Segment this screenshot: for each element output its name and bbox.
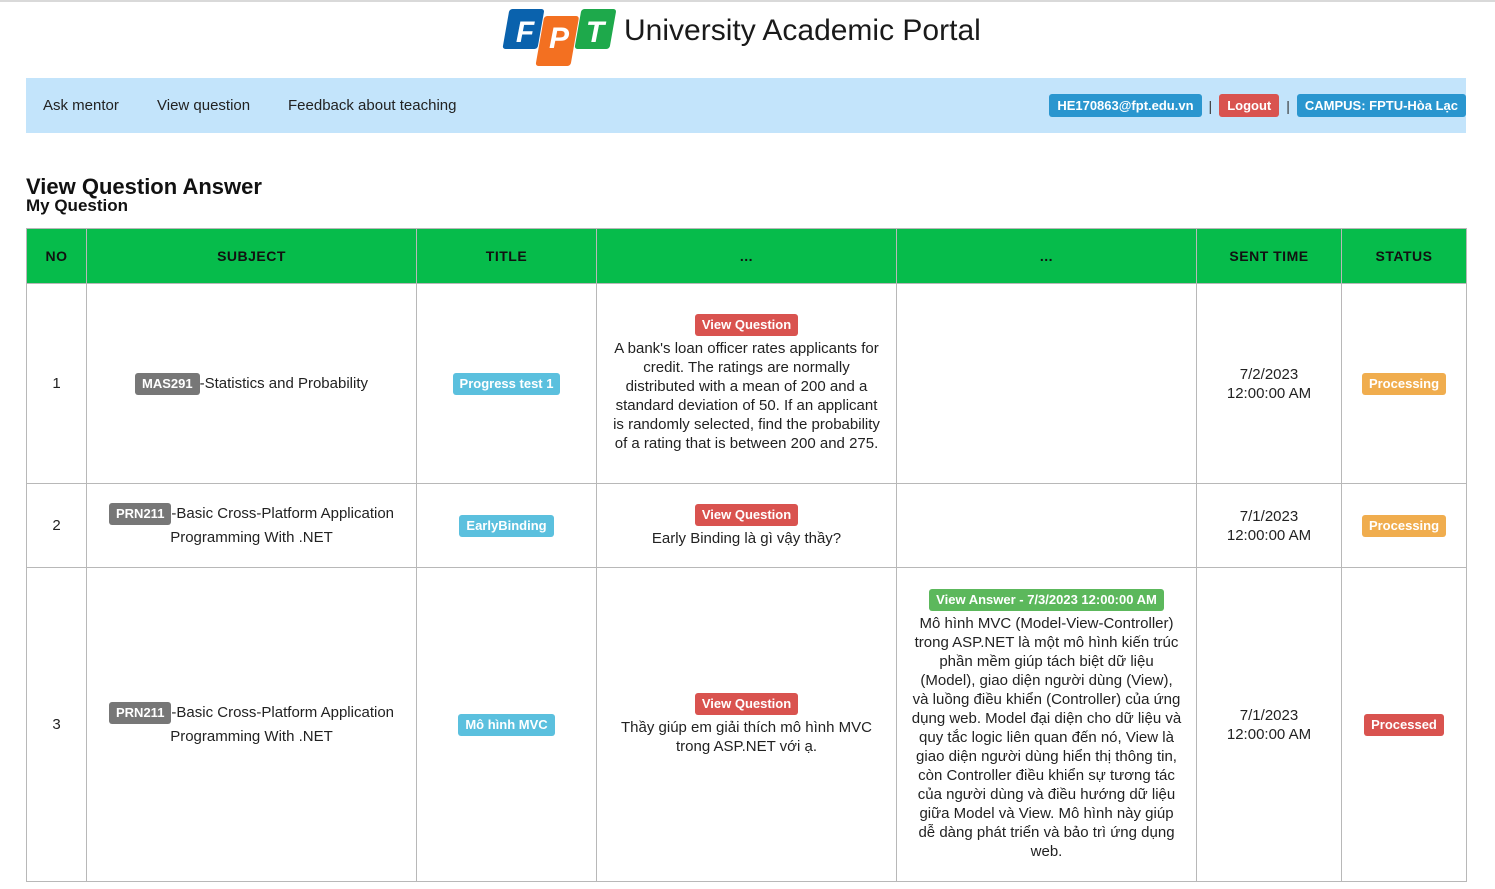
nav-ask-mentor[interactable]: Ask mentor — [43, 97, 119, 114]
view-question-button[interactable]: View Question — [694, 503, 799, 526]
logo-letter-p: P — [549, 22, 570, 55]
subject-name: -Statistics and Probability — [199, 374, 368, 392]
subject-code-badge: PRN211 — [109, 502, 172, 525]
row-number: 3 — [26, 567, 87, 882]
subject-name: -Basic Cross-Platform Application Progra… — [170, 703, 394, 745]
title-badge: Progress test 1 — [452, 372, 561, 395]
status-cell: Processing — [1341, 283, 1467, 484]
sent-time: 12:00:00 AM — [1226, 725, 1312, 743]
nav-user-area: HE170863@fpt.edu.vn | Logout | CAMPUS: F… — [1049, 94, 1466, 117]
column-header-subject: SUBJECT — [86, 228, 417, 284]
question-table: NO SUBJECT TITLE ... ... SENT TIME STATU… — [26, 228, 1467, 882]
status-cell: Processing — [1341, 483, 1467, 568]
user-email-badge[interactable]: HE170863@fpt.edu.vn — [1049, 94, 1202, 117]
answer-text: Mô hình MVC (Model-View-Controller) tron… — [911, 614, 1182, 860]
answer-cell — [896, 483, 1197, 568]
title-cell: Mô hình MVC — [416, 567, 597, 882]
row-number: 1 — [26, 283, 87, 484]
view-question-button[interactable]: View Question — [694, 314, 799, 336]
title-cell: EarlyBinding — [416, 483, 597, 568]
column-header-question: ... — [596, 228, 897, 284]
question-cell: View Question Early Binding là gì vậy th… — [596, 483, 897, 568]
view-question-button[interactable]: View Question — [694, 693, 799, 715]
subject-cell: PRN211 -Basic Cross-Platform Application … — [86, 567, 417, 882]
column-header-sent-time: SENT TIME — [1196, 228, 1342, 284]
column-header-status: STATUS — [1341, 228, 1467, 284]
sent-date: 7/1/2023 — [1239, 706, 1299, 724]
logout-button[interactable]: Logout — [1219, 94, 1280, 117]
fpt-logo: F P T — [502, 9, 616, 66]
status-cell: Processed — [1341, 567, 1467, 882]
table-row: 1 MAS291 -Statistics and Probability Prog… — [26, 283, 1467, 484]
table-row: 2 PRN211 -Basic Cross-Platform Applicatio… — [26, 483, 1467, 568]
question-cell: View Question Thầy giúp em giải thích mô… — [596, 567, 897, 882]
sent-time-cell: 7/1/2023 12:00:00 AM — [1196, 567, 1342, 882]
campus-badge[interactable]: CAMPUS: FPTU-Hòa Lạc — [1296, 94, 1466, 117]
column-header-no: NO — [26, 228, 87, 284]
question-text: Early Binding là gì vậy thầy? — [651, 529, 842, 547]
table-header-row: NO SUBJECT TITLE ... ... SENT TIME STATU… — [26, 228, 1467, 284]
status-badge: Processed — [1364, 713, 1444, 736]
answer-cell — [896, 283, 1197, 484]
nav-view-question[interactable]: View question — [157, 97, 250, 114]
sent-time: 12:00:00 AM — [1226, 384, 1312, 402]
navbar: Ask mentor View question Feedback about … — [26, 78, 1466, 133]
question-cell: View Question A bank's loan officer rate… — [596, 283, 897, 484]
subject-name: -Basic Cross-Platform Application Progra… — [170, 504, 394, 546]
title-cell: Progress test 1 — [416, 283, 597, 484]
subject-code-badge: MAS291 — [135, 372, 200, 395]
sent-time-cell: 7/1/2023 12:00:00 AM — [1196, 483, 1342, 568]
status-badge: Processing — [1361, 514, 1447, 537]
nav-separator: | — [1286, 97, 1290, 114]
question-text: A bank's loan officer rates applicants f… — [613, 340, 880, 452]
nav-feedback-teaching[interactable]: Feedback about teaching — [288, 97, 456, 114]
status-badge: Processing — [1361, 372, 1447, 395]
column-header-answer: ... — [896, 228, 1197, 284]
sent-date: 7/1/2023 — [1239, 507, 1299, 525]
logo-letter-f: F — [516, 16, 535, 49]
row-number: 2 — [26, 483, 87, 568]
sent-time-cell: 7/2/2023 12:00:00 AM — [1196, 283, 1342, 484]
column-header-title: TITLE — [416, 228, 597, 284]
nav-separator: | — [1208, 97, 1213, 114]
answer-cell: View Answer - 7/3/2023 12:00:00 AM Mô hì… — [896, 567, 1197, 882]
subject-cell: PRN211 -Basic Cross-Platform Application … — [86, 483, 417, 568]
sent-time: 12:00:00 AM — [1226, 526, 1312, 544]
header: F P T University Academic Portal — [0, 2, 1495, 74]
title-badge: EarlyBinding — [459, 514, 554, 537]
portal-title: University Academic Portal — [624, 14, 981, 47]
subject-code-badge: PRN211 — [109, 701, 172, 724]
subject-cell: MAS291 -Statistics and Probability — [86, 283, 417, 484]
page-subtitle: My Question — [26, 196, 129, 215]
table-row: 3 PRN211 -Basic Cross-Platform Applicatio… — [26, 567, 1467, 882]
title-badge: Mô hình MVC — [458, 713, 555, 736]
sent-date: 7/2/2023 — [1239, 365, 1299, 383]
logo-letter-t: T — [586, 16, 607, 49]
view-answer-button[interactable]: View Answer - 7/3/2023 12:00:00 AM — [929, 588, 1164, 611]
question-text: Thầy giúp em giải thích mô hình MVC tron… — [621, 719, 872, 755]
